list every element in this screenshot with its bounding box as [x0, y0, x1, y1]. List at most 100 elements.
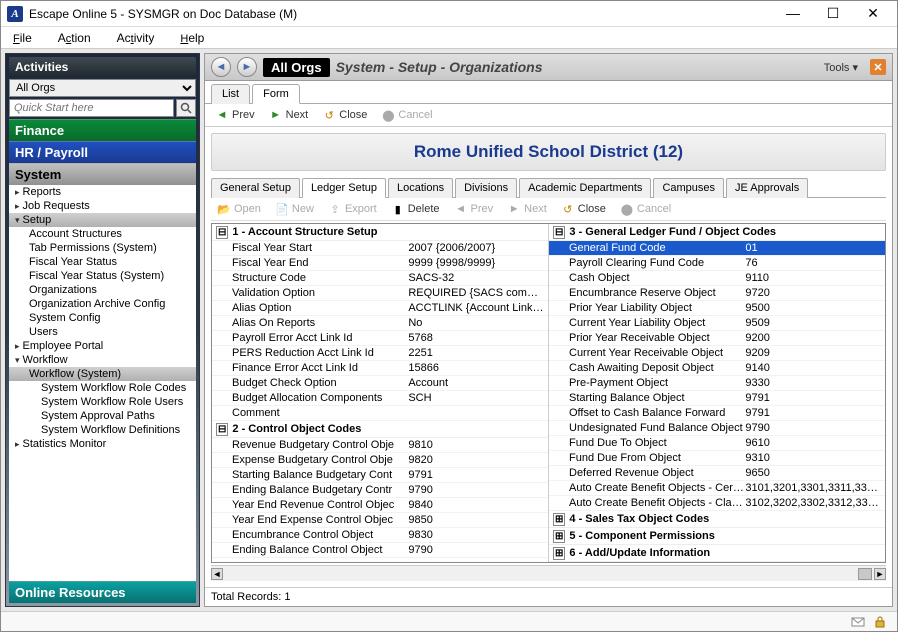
property-row[interactable]: Undesignated Fund Balance Object9790 — [549, 421, 885, 436]
close-form-button[interactable]: ↺Close — [322, 108, 367, 122]
tree-item[interactable]: System Workflow Role Users — [9, 395, 196, 409]
close-button[interactable]: ✕ — [859, 5, 887, 22]
nav-forward-button[interactable]: ► — [237, 57, 257, 77]
inner-tab[interactable]: Locations — [388, 178, 453, 198]
section-header[interactable]: 6 - Add/Update Information — [549, 545, 885, 562]
subtab-list[interactable]: List — [211, 84, 250, 104]
inner-next-button[interactable]: ►Next — [507, 202, 547, 216]
tree-item[interactable]: System Workflow Role Codes — [9, 381, 196, 395]
search-button[interactable] — [176, 99, 196, 117]
inner-tab[interactable]: Academic Departments — [519, 178, 651, 198]
inner-tab[interactable]: Campuses — [653, 178, 724, 198]
property-row[interactable]: Prior Year Receivable Object9200 — [549, 331, 885, 346]
property-row[interactable]: Cash Object9110 — [549, 271, 885, 286]
tree-item[interactable]: Account Structures — [9, 227, 196, 241]
tree-item[interactable]: Job Requests — [9, 199, 196, 213]
section-header[interactable]: 3 - General Ledger Fund / Object Codes — [549, 224, 885, 241]
inner-close-button[interactable]: ↺Close — [561, 202, 606, 216]
horizontal-scrollbar[interactable]: ◄ ► — [211, 565, 886, 581]
property-row[interactable]: Starting Balance Object9791 — [549, 391, 885, 406]
menu-action[interactable]: Action — [58, 31, 91, 45]
tree-item[interactable]: Workflow (System) — [9, 367, 196, 381]
inner-tab[interactable]: General Setup — [211, 178, 300, 198]
property-row[interactable]: Payroll Clearing Fund Code76 — [549, 256, 885, 271]
property-row[interactable]: Deferred Revenue Object9650 — [549, 466, 885, 481]
property-row[interactable]: Comment — [212, 406, 548, 421]
menu-activity[interactable]: Activity — [117, 31, 155, 45]
property-row[interactable]: Finance Error Acct Link Id15866 — [212, 361, 548, 376]
tree-item[interactable]: System Config — [9, 311, 196, 325]
property-row[interactable]: Alias OptionACCTLINK {Account Link Numbe — [212, 301, 548, 316]
property-row[interactable]: Auto Create Benefit Objects - Classif310… — [549, 496, 885, 511]
property-row[interactable]: Revenue Budgetary Control Obje9810 — [212, 438, 548, 453]
tree-item[interactable]: System Workflow Definitions — [9, 423, 196, 437]
section-header[interactable]: 1 - Account Structure Setup — [212, 224, 548, 241]
scroll-left-button[interactable]: ◄ — [211, 568, 223, 580]
property-row[interactable]: Starting Balance Budgetary Cont9791 — [212, 468, 548, 483]
scroll-thumb[interactable] — [858, 568, 872, 580]
export-button[interactable]: ⇪Export — [328, 202, 377, 216]
open-button[interactable]: 📂Open — [217, 202, 261, 216]
accordion-hr[interactable]: HR / Payroll — [9, 141, 196, 163]
section-header[interactable]: 4 - Sales Tax Object Codes — [549, 511, 885, 528]
section-header[interactable]: 5 - Component Permissions — [549, 528, 885, 545]
property-row[interactable]: Current Year Receivable Object9209 — [549, 346, 885, 361]
property-row[interactable]: General Fund Code01 — [549, 241, 885, 256]
property-row[interactable]: Encumbrance Control Object9830 — [212, 528, 548, 543]
nav-back-button[interactable]: ◄ — [211, 57, 231, 77]
property-row[interactable]: Fund Due To Object9610 — [549, 436, 885, 451]
menu-help[interactable]: Help — [180, 31, 204, 45]
subtab-form[interactable]: Form — [252, 84, 300, 104]
next-button[interactable]: ►Next — [269, 108, 309, 122]
inner-prev-button[interactable]: ◄Prev — [454, 202, 494, 216]
property-row[interactable]: Year End Revenue Control Objec9840 — [212, 498, 548, 513]
property-row[interactable]: Alias On ReportsNo — [212, 316, 548, 331]
property-row[interactable]: Payroll Error Acct Link Id5768 — [212, 331, 548, 346]
minimize-button[interactable]: — — [779, 5, 807, 22]
tree-item[interactable]: Organization Archive Config — [9, 297, 196, 311]
property-row[interactable]: Fiscal Year Start2007 {2006/2007} — [212, 241, 548, 256]
tree-item[interactable]: Setup — [9, 213, 196, 227]
tree-item[interactable]: Organizations — [9, 283, 196, 297]
tree-item[interactable]: Fiscal Year Status — [9, 255, 196, 269]
tree-item[interactable]: Reports — [9, 185, 196, 199]
prev-button[interactable]: ◄Prev — [215, 108, 255, 122]
tools-menu[interactable]: Tools ▾ — [824, 61, 858, 74]
property-row[interactable]: Ending Balance Budgetary Contr9790 — [212, 483, 548, 498]
panel-close-button[interactable]: ✕ — [870, 59, 886, 75]
menu-file[interactable]: File — [13, 31, 32, 45]
property-row[interactable]: Prior Year Liability Object9500 — [549, 301, 885, 316]
section-header[interactable]: 2 - Control Object Codes — [212, 421, 548, 438]
property-row[interactable]: Expense Budgetary Control Obje9820 — [212, 453, 548, 468]
new-button[interactable]: 📄New — [275, 202, 314, 216]
cancel-button[interactable]: ⬤Cancel — [381, 108, 432, 122]
inner-tab[interactable]: JE Approvals — [726, 178, 808, 198]
tree-item[interactable]: Workflow — [9, 353, 196, 367]
property-row[interactable]: Pre-Payment Object9330 — [549, 376, 885, 391]
inner-tab[interactable]: Ledger Setup — [302, 178, 386, 198]
delete-button[interactable]: ▮Delete — [391, 202, 440, 216]
property-row[interactable]: Offset to Cash Balance Forward9791 — [549, 406, 885, 421]
property-row[interactable]: Validation OptionREQUIRED {SACS componen… — [212, 286, 548, 301]
property-row[interactable]: Ending Balance Control Object9790 — [212, 543, 548, 558]
property-row[interactable]: Year End Expense Control Objec9850 — [212, 513, 548, 528]
property-row[interactable]: Encumbrance Reserve Object9720 — [549, 286, 885, 301]
property-row[interactable]: Fiscal Year End9999 {9998/9999} — [212, 256, 548, 271]
property-row[interactable]: Budget Allocation ComponentsSCH — [212, 391, 548, 406]
property-row[interactable]: Structure CodeSACS-32 — [212, 271, 548, 286]
property-row[interactable]: PERS Reduction Acct Link Id2251 — [212, 346, 548, 361]
property-row[interactable]: Budget Check OptionAccount — [212, 376, 548, 391]
tree-item[interactable]: Fiscal Year Status (System) — [9, 269, 196, 283]
tree-item[interactable]: Tab Permissions (System) — [9, 241, 196, 255]
property-row[interactable]: Auto Create Benefit Objects - Certific31… — [549, 481, 885, 496]
maximize-button[interactable]: ☐ — [819, 5, 847, 22]
tree-item[interactable]: System Approval Paths — [9, 409, 196, 423]
scroll-right-button[interactable]: ► — [874, 568, 886, 580]
org-selector[interactable]: All Orgs — [9, 79, 196, 97]
tree-item[interactable]: Users — [9, 325, 196, 339]
accordion-system[interactable]: System — [9, 163, 196, 185]
inner-tab[interactable]: Divisions — [455, 178, 517, 198]
accordion-finance[interactable]: Finance — [9, 119, 196, 141]
quick-start-input[interactable] — [9, 99, 174, 117]
property-row[interactable]: Cash Awaiting Deposit Object9140 — [549, 361, 885, 376]
